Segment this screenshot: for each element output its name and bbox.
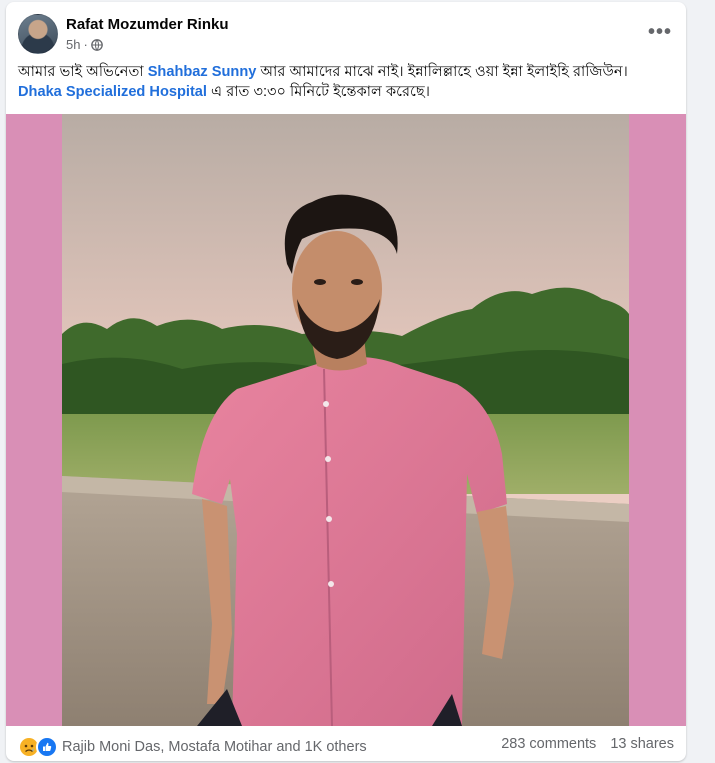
mention-link-dhaka-specialized-hospital[interactable]: Dhaka Specialized Hospital [18, 84, 207, 100]
author-name[interactable]: Rafat Mozumder Rinku [66, 16, 229, 33]
post-text-part3: এ রাত ৩:৩০ মিনিটে ইন্তেকাল করেছে। [206, 84, 430, 100]
post-media [6, 114, 686, 726]
author-avatar[interactable] [18, 14, 58, 54]
post-footer: Rajib Moni Das, Mostafa Motihar and 1K o… [6, 726, 686, 761]
post-header: Rafat Mozumder Rinku 5h · ••• [6, 2, 686, 60]
like-reaction-icon [36, 736, 58, 758]
globe-icon[interactable] [90, 38, 103, 51]
shares-count[interactable]: 13 shares [610, 736, 674, 752]
engagement-counts: 283 comments 13 shares [501, 736, 674, 752]
post-meta: 5h · [66, 37, 103, 52]
post-text-part2: আর আমাদের মাঝে নাই। ইন্নালিল্লাহে ওয়া ই… [256, 64, 628, 80]
mention-link-shahbaz-sunny[interactable]: Shahbaz Sunny [148, 64, 257, 80]
reaction-summary[interactable]: Rajib Moni Das, Mostafa Motihar and 1K o… [18, 736, 367, 758]
post-photo[interactable] [62, 114, 629, 726]
post-time[interactable]: 5h [66, 37, 80, 52]
post-text: আমার ভাই অভিনেতা Shahbaz Sunny আর আমাদের… [18, 62, 668, 102]
comments-count[interactable]: 283 comments [501, 736, 596, 752]
meta-separator: · [83, 37, 88, 52]
more-options-button[interactable]: ••• [644, 16, 676, 48]
post-text-part1: আমার ভাই অভিনেতা [18, 64, 148, 80]
post-card: Rafat Mozumder Rinku 5h · ••• আমার ভাই অ… [6, 2, 686, 761]
reaction-names: Rajib Moni Das, Mostafa Motihar and 1K o… [62, 739, 367, 755]
